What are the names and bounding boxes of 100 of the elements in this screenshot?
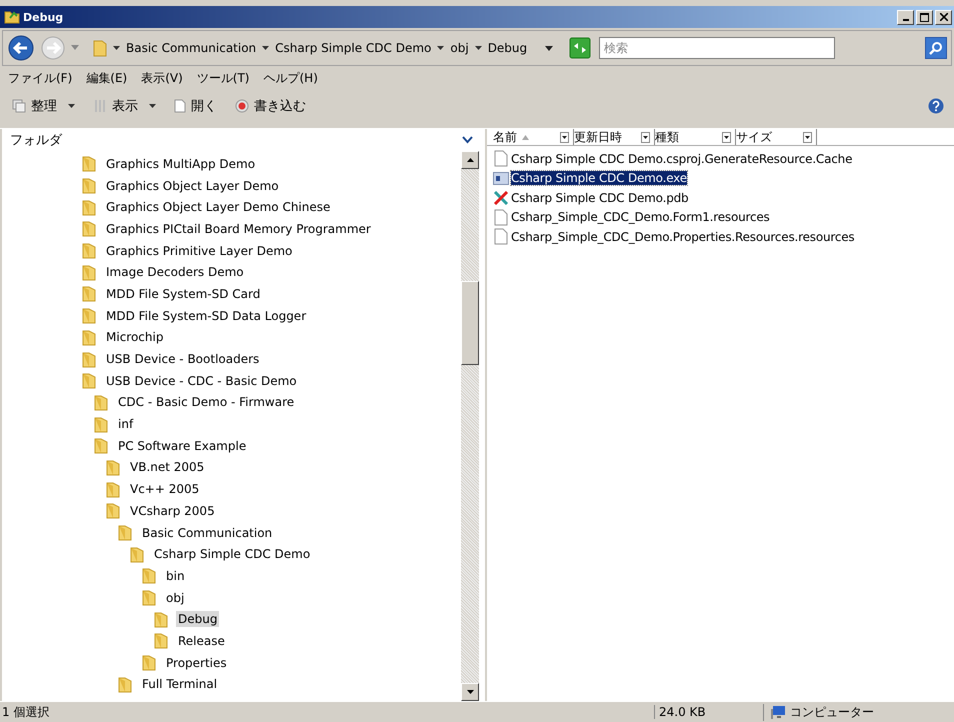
- toolbar-button[interactable]: 書き込む: [233, 95, 308, 117]
- scrollbar[interactable]: [461, 151, 479, 701]
- status-text: 1 個選択: [1, 704, 50, 720]
- pane-title: フォルダ: [10, 132, 62, 149]
- tree-item[interactable]: CDC - Basic Demo - Firmware: [116, 394, 296, 410]
- menu-item[interactable]: ツール(T): [196, 70, 250, 86]
- tree-item[interactable]: MDD File System-SD Data Logger: [104, 308, 308, 324]
- tree-item[interactable]: Graphics MultiApp Demo: [104, 156, 258, 172]
- folder-icon: [82, 328, 96, 346]
- tree-item[interactable]: obj: [164, 590, 186, 606]
- tree-item[interactable]: USB Device - Bootloaders: [104, 351, 262, 368]
- folder-icon: [94, 394, 108, 411]
- folder-icon: [82, 177, 96, 194]
- tree-item[interactable]: Release: [176, 632, 227, 649]
- file-item[interactable]: Csharp_Simple_CDC_Demo.Properties.Resources.resources: [511, 230, 854, 244]
- chevron-icon[interactable]: [113, 46, 120, 50]
- column-header[interactable]: 更新日時: [574, 129, 655, 145]
- column-header[interactable]: 名前: [493, 129, 574, 145]
- tree-item[interactable]: Properties: [164, 654, 229, 671]
- folder-icon: [93, 39, 107, 57]
- folder-icon: [82, 350, 96, 368]
- close-button[interactable]: [935, 10, 952, 24]
- dropdown-arrow-icon[interactable]: [545, 46, 553, 50]
- toolbar-button[interactable]: 開く: [172, 95, 219, 117]
- pages-icon: [12, 99, 26, 113]
- tree-item[interactable]: PC Software Example: [116, 438, 248, 454]
- folder-icon: [82, 220, 96, 238]
- back-button[interactable]: [7, 34, 35, 62]
- chevron-icon[interactable]: [462, 136, 473, 144]
- folder-icon: [82, 242, 96, 260]
- tree-item[interactable]: USB Device - CDC - Basic Demo: [104, 372, 299, 389]
- tree-item[interactable]: Vc++ 2005: [128, 481, 202, 498]
- chevron-icon[interactable]: [437, 46, 444, 50]
- scrollbar-thumb[interactable]: [461, 281, 479, 365]
- tree-item[interactable]: Full Terminal: [140, 676, 220, 692]
- tree-item[interactable]: Basic Communication: [140, 524, 274, 541]
- up-arrow-icon[interactable]: [466, 158, 474, 162]
- folder-icon: [106, 458, 120, 476]
- status-text: 24.0 KB: [654, 705, 763, 719]
- dropdown-arrow-icon: [149, 104, 156, 108]
- file-item[interactable]: Csharp Simple CDC Demo.exe: [511, 171, 687, 186]
- breadcrumb[interactable]: Basic Communication: [126, 41, 256, 55]
- column-header[interactable]: 種類: [655, 129, 736, 145]
- file-item[interactable]: Csharp_Simple_CDC_Demo.Form1.resources: [511, 210, 770, 224]
- toolbar-button[interactable]: 表示: [91, 95, 158, 117]
- disc-icon: [235, 99, 249, 113]
- scroll-down-button[interactable]: [461, 683, 479, 701]
- folder-icon: [4, 9, 20, 25]
- menu-item[interactable]: 編集(E): [86, 70, 128, 86]
- maximize-button[interactable]: [916, 10, 933, 24]
- tree-item[interactable]: Graphics Object Layer Demo: [104, 178, 281, 194]
- close-icon: [940, 13, 948, 21]
- folder-icon: [130, 546, 144, 563]
- tree-item[interactable]: MDD File System-SD Card: [104, 286, 262, 302]
- tree-item[interactable]: bin: [164, 568, 187, 584]
- maximize-icon: [920, 12, 929, 22]
- folder-icon: [106, 480, 120, 498]
- menu-item[interactable]: ヘルプ(H): [264, 70, 318, 86]
- x-mark-icon: [493, 190, 509, 205]
- breadcrumb[interactable]: Debug: [488, 41, 528, 55]
- status-text: コンピューター: [790, 704, 874, 720]
- folder-icon: [82, 198, 96, 216]
- tree-item[interactable]: Debug: [176, 611, 220, 628]
- document-icon: [493, 208, 509, 226]
- file-item[interactable]: Csharp Simple CDC Demo.csproj.GenerateResource.Cache: [511, 152, 852, 166]
- menu-item[interactable]: 表示(V): [141, 70, 183, 86]
- help-icon[interactable]: [928, 98, 944, 114]
- tree-item[interactable]: inf: [116, 416, 136, 432]
- breadcrumb[interactable]: obj: [450, 41, 469, 55]
- tree-item[interactable]: Csharp Simple CDC Demo: [152, 546, 312, 562]
- tree-item[interactable]: VB.net 2005: [128, 459, 206, 476]
- document-icon: [174, 99, 186, 113]
- down-arrow-icon[interactable]: [466, 690, 474, 694]
- refresh-icon[interactable]: [569, 37, 591, 59]
- folder-icon: [142, 567, 156, 584]
- columns-icon: [93, 99, 107, 113]
- folder-icon: [154, 632, 168, 650]
- folder-icon: [118, 524, 132, 542]
- folder-icon: [94, 416, 108, 433]
- tree-item[interactable]: Image Decoders Demo: [104, 264, 246, 280]
- folder-icon: [82, 372, 96, 390]
- window-title: Debug: [23, 10, 64, 24]
- scroll-up-button[interactable]: [461, 151, 479, 169]
- minimize-button[interactable]: [897, 10, 914, 24]
- tree-item[interactable]: Microchip: [104, 329, 166, 346]
- search-field[interactable]: 検索: [599, 37, 835, 59]
- chevron-icon[interactable]: [262, 46, 270, 50]
- file-item[interactable]: Csharp Simple CDC Demo.pdb: [511, 190, 688, 205]
- menu-item[interactable]: ファイル(F): [8, 70, 72, 86]
- folder-icon: [82, 155, 96, 172]
- chevron-icon[interactable]: [474, 46, 482, 50]
- toolbar-button[interactable]: 整理: [10, 95, 77, 117]
- search-button[interactable]: [925, 37, 947, 59]
- tree-item[interactable]: Graphics PICtail Board Memory Programmer: [104, 220, 373, 237]
- column-header[interactable]: サイズ: [736, 129, 817, 145]
- tree-item[interactable]: Graphics Primitive Layer Demo: [104, 242, 294, 259]
- tree-item[interactable]: VCsharp 2005: [128, 502, 217, 519]
- search-icon: [929, 41, 943, 55]
- tree-item[interactable]: Graphics Object Layer Demo Chinese: [104, 199, 332, 216]
- breadcrumb[interactable]: Csharp Simple CDC Demo: [275, 41, 432, 55]
